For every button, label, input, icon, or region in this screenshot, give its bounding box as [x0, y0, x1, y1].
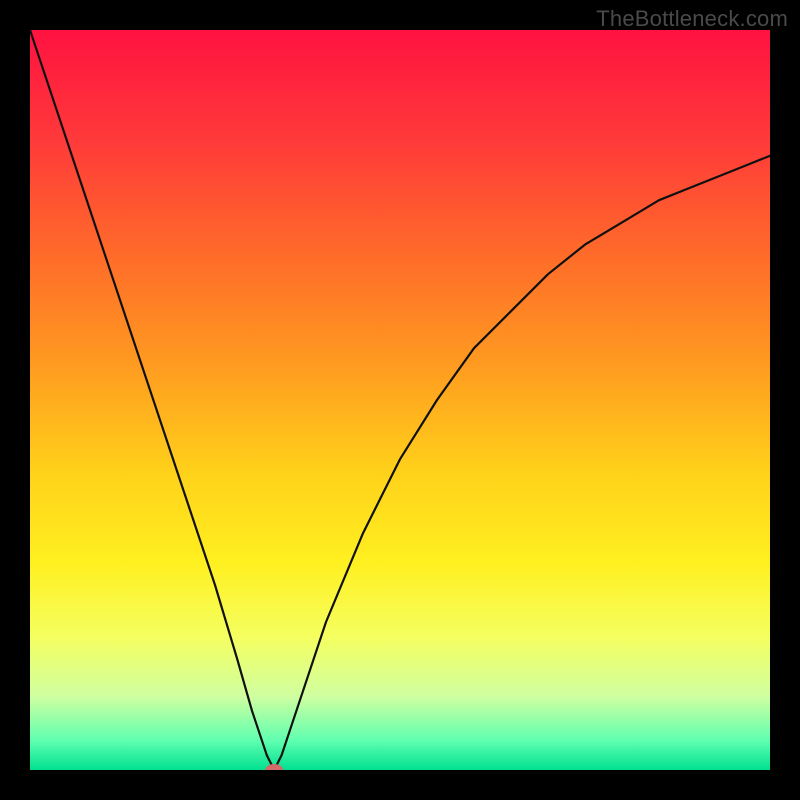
chart-frame: TheBottleneck.com: [0, 0, 800, 800]
chart-background: [30, 30, 770, 770]
plot-area: [30, 30, 770, 770]
watermark-text: TheBottleneck.com: [596, 6, 788, 32]
chart-svg: [30, 30, 770, 770]
